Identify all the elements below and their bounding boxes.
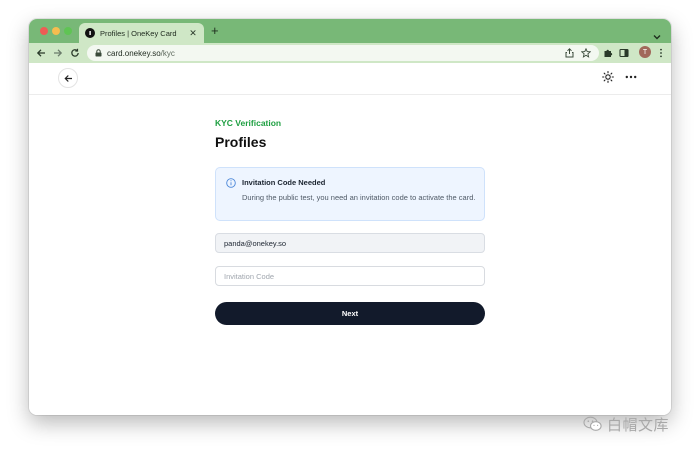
invitation-notice: Invitation Code Needed During the public…	[215, 167, 485, 221]
url-path: /kyc	[160, 48, 175, 58]
watermark: 白帽文库	[583, 412, 669, 436]
browser-window: Profiles | OneKey Card ✕ + card.onekey.s…	[29, 19, 671, 415]
title-bar: Profiles | OneKey Card ✕ +	[29, 19, 671, 43]
new-tab-button[interactable]: +	[211, 24, 219, 38]
web-page: KYC Verification Profiles Invitation Cod…	[29, 63, 671, 415]
app-header	[29, 63, 671, 95]
tab-title: Profiles | OneKey Card	[100, 28, 177, 38]
close-window-button[interactable]	[40, 27, 48, 35]
back-button[interactable]	[58, 68, 78, 88]
forward-arrow-icon[interactable]	[52, 47, 64, 59]
tab-close-icon[interactable]: ✕	[188, 28, 198, 39]
wechat-icon	[583, 416, 602, 431]
url-host: card.onekey.so	[107, 48, 161, 58]
share-icon[interactable]	[563, 47, 575, 59]
minimize-window-button[interactable]	[52, 27, 60, 35]
reload-icon[interactable]	[69, 47, 81, 59]
kyc-form: KYC Verification Profiles Invitation Cod…	[215, 118, 485, 325]
invitation-code-input[interactable]	[215, 266, 485, 286]
lock-icon	[95, 49, 102, 57]
notice-text: During the public test, you need an invi…	[242, 193, 476, 202]
sun-icon	[602, 71, 614, 83]
browser-menu-icon[interactable]	[655, 47, 667, 59]
next-button[interactable]: Next	[215, 302, 485, 325]
arrow-left-icon	[63, 74, 72, 82]
kyc-eyebrow: KYC Verification	[215, 118, 282, 128]
ellipsis-icon	[625, 75, 637, 79]
side-panel-icon[interactable]	[618, 47, 630, 59]
extensions-puzzle-icon[interactable]	[602, 47, 614, 59]
address-bar[interactable]: card.onekey.so/kyc	[87, 45, 599, 61]
browser-tab[interactable]: Profiles | OneKey Card ✕	[79, 23, 204, 43]
bookmark-star-icon[interactable]	[580, 47, 592, 59]
onekey-favicon-icon	[85, 28, 95, 38]
page-title: Profiles	[215, 134, 267, 150]
notice-title: Invitation Code Needed	[242, 178, 326, 187]
info-icon	[226, 178, 236, 188]
back-arrow-icon[interactable]	[35, 47, 47, 59]
theme-toggle-button[interactable]	[601, 70, 615, 84]
url-text: card.onekey.so/kyc	[107, 49, 175, 58]
maximize-window-button[interactable]	[64, 27, 72, 35]
more-options-button[interactable]	[623, 70, 639, 84]
profile-avatar[interactable]: T	[639, 46, 651, 58]
browser-toolbar: card.onekey.so/kyc T	[29, 43, 671, 63]
watermark-text: 白帽文库	[607, 416, 670, 434]
email-field[interactable]	[215, 233, 485, 253]
